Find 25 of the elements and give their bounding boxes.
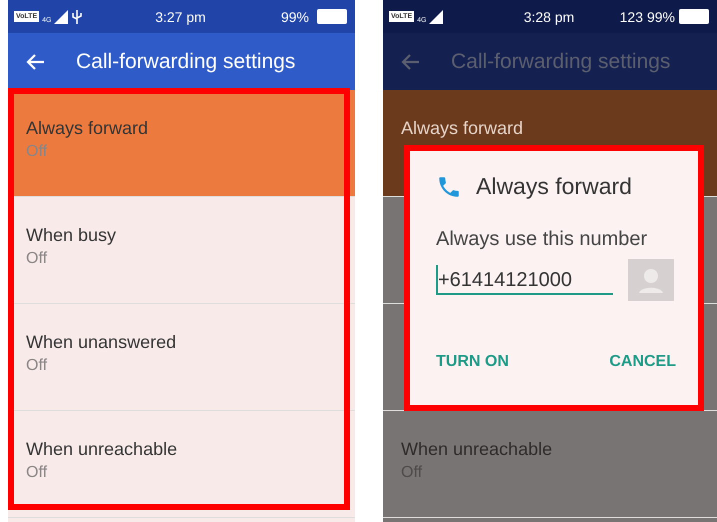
item-label: Always forward <box>26 118 150 139</box>
battery-percent: 99% <box>280 8 309 24</box>
screen-title: Call-forwarding settings <box>76 50 296 74</box>
signal-icon <box>429 10 444 24</box>
battery-icon <box>679 9 710 24</box>
data-counter: 123 <box>620 8 643 24</box>
status-time: 3:27 pm <box>154 8 207 24</box>
item-value: Off <box>26 143 48 161</box>
phone-number-field[interactable]: +61414121000 <box>436 265 613 295</box>
item-label: When busy <box>26 225 118 246</box>
item-value: Off <box>26 357 48 375</box>
signal-icon <box>54 10 68 24</box>
item-value: Off <box>26 464 48 482</box>
dialog-title: Always forward <box>476 173 632 200</box>
battery-icon <box>317 9 347 24</box>
item-value: Off <box>26 250 48 268</box>
dialog-message: Always use this number <box>436 228 648 251</box>
usb-icon <box>71 8 84 24</box>
status-time: 3:28 pm <box>522 8 576 24</box>
item-label: Always forward <box>401 118 524 139</box>
battery-percent: 99% <box>646 8 676 24</box>
screen-title: Call-forwarding settings <box>451 50 670 74</box>
item-label: When unreachable <box>26 439 178 460</box>
item-label: When unanswered <box>26 332 178 353</box>
item-label: When unreachable <box>401 439 554 460</box>
